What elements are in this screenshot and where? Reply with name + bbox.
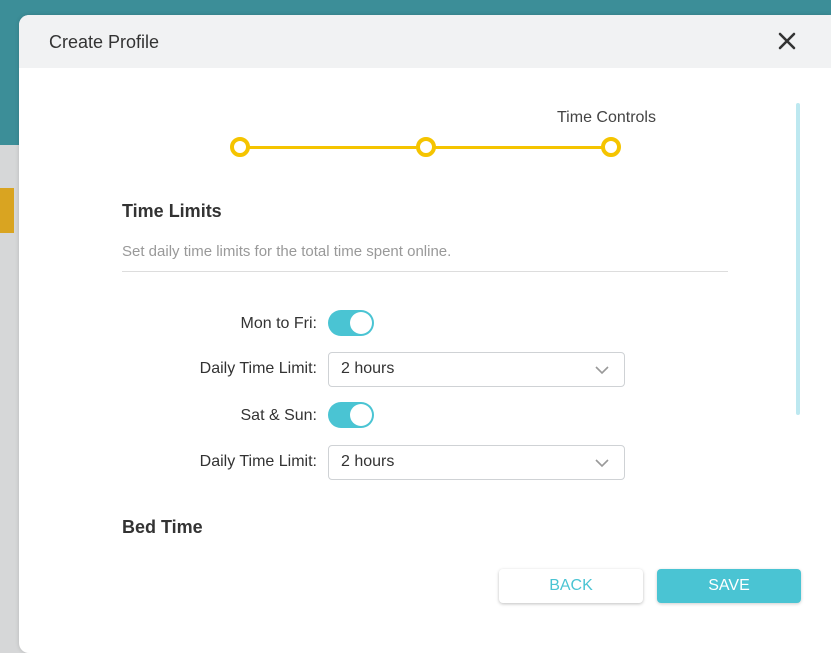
dialog-header: Create Profile <box>19 15 831 68</box>
close-button[interactable] <box>773 27 801 55</box>
weekday-label: Mon to Fri: <box>240 315 317 332</box>
weekend-toggle[interactable] <box>328 402 374 428</box>
stepper-line-1 <box>245 146 417 149</box>
toggle-knob <box>350 312 372 334</box>
weekday-limit-select[interactable]: 2 hours <box>328 352 625 387</box>
chevron-down-icon <box>595 366 609 375</box>
weekday-toggle[interactable] <box>328 310 374 336</box>
stepper-dot-1 <box>230 137 250 157</box>
weekday-limit-value: 2 hours <box>341 360 395 377</box>
create-profile-dialog: Create Profile Time Controls Time Limits… <box>19 15 831 653</box>
back-button[interactable]: BACK <box>499 569 643 603</box>
scrollbar[interactable] <box>796 103 800 415</box>
stepper-line-2 <box>431 146 603 149</box>
save-button[interactable]: SAVE <box>657 569 801 603</box>
stepper-dot-2 <box>416 137 436 157</box>
toggle-knob <box>350 404 372 426</box>
weekend-limit-value: 2 hours <box>341 453 395 470</box>
stepper-dot-3 <box>601 137 621 157</box>
weekend-limit-label: Daily Time Limit: <box>199 453 317 470</box>
background-accent-tab <box>0 188 14 233</box>
weekend-label: Sat & Sun: <box>240 407 318 424</box>
stepper-current-label: Time Controls <box>557 109 656 126</box>
bed-time-title: Bed Time <box>122 517 203 537</box>
chevron-down-icon <box>595 459 609 468</box>
close-icon <box>778 32 796 50</box>
time-limits-description: Set daily time limits for the total time… <box>122 243 452 260</box>
weekday-limit-label: Daily Time Limit: <box>199 360 317 377</box>
time-limits-title: Time Limits <box>122 201 222 221</box>
section-divider <box>122 271 728 272</box>
weekend-limit-select[interactable]: 2 hours <box>328 445 625 480</box>
dialog-title: Create Profile <box>49 32 160 52</box>
